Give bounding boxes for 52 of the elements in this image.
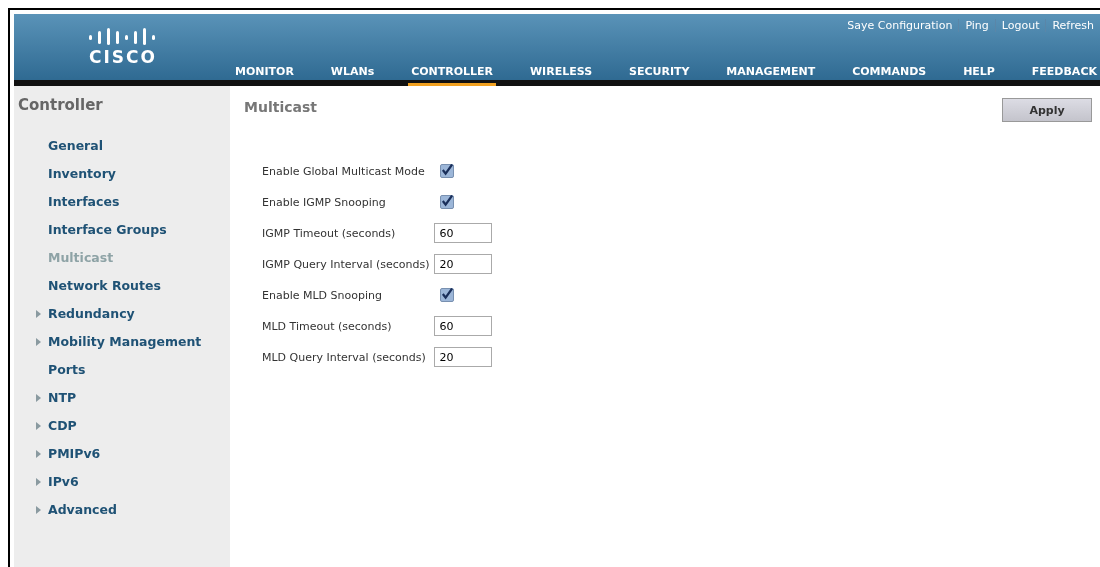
nav-tab[interactable]: CONTROLLER bbox=[408, 65, 497, 86]
sidebar-item[interactable]: Mobility Management bbox=[48, 334, 202, 349]
nav-tab[interactable]: MONITOR bbox=[232, 65, 297, 86]
expand-arrow-icon[interactable] bbox=[36, 310, 41, 318]
sidebar-item[interactable]: NTP bbox=[48, 390, 77, 405]
nav-tab[interactable]: COMMANDS bbox=[849, 65, 930, 86]
checkbox[interactable] bbox=[440, 288, 455, 302]
nav-tab[interactable]: MANAGEMENT bbox=[723, 65, 819, 86]
setting-label: Enable IGMP Snooping bbox=[262, 195, 387, 209]
setting-label: IGMP Query Interval (seconds) bbox=[262, 257, 430, 271]
sidebar-item[interactable]: Interfaces bbox=[48, 194, 120, 209]
sidebar-item[interactable]: Network Routes bbox=[48, 278, 161, 293]
expand-arrow-icon[interactable] bbox=[36, 394, 41, 402]
nav-tab[interactable]: FEEDBACK bbox=[1028, 65, 1100, 86]
checkbox[interactable] bbox=[440, 195, 455, 209]
header-link[interactable]: Ping bbox=[958, 19, 995, 32]
sidebar-item[interactable]: PMIPv6 bbox=[48, 446, 101, 461]
setting-label: MLD Timeout (seconds) bbox=[262, 319, 393, 333]
sidebar-item[interactable]: General bbox=[48, 138, 103, 153]
nav-tab[interactable]: SECURITY bbox=[625, 65, 693, 86]
nav-tab[interactable]: WLANs bbox=[327, 65, 378, 86]
apply-button[interactable]: Apply bbox=[1002, 98, 1092, 122]
header-link[interactable]: Saye Configuration bbox=[841, 19, 959, 32]
expand-arrow-icon[interactable] bbox=[36, 506, 41, 514]
sidebar-item[interactable]: Interface Groups bbox=[48, 222, 167, 237]
setting-label: Enable MLD Snooping bbox=[262, 288, 383, 302]
nav-tab[interactable]: HELP bbox=[960, 65, 998, 86]
sidebar-item[interactable]: Redundancy bbox=[48, 306, 135, 321]
logo-text: CISCO bbox=[89, 47, 157, 67]
input-field[interactable]: 60 bbox=[434, 223, 493, 243]
expand-arrow-icon[interactable] bbox=[36, 422, 41, 430]
nav-tab[interactable]: WIRELESS bbox=[527, 65, 596, 86]
input-field[interactable]: 60 bbox=[434, 316, 493, 336]
sidebar-title: Controller bbox=[18, 96, 104, 114]
expand-arrow-icon[interactable] bbox=[36, 450, 41, 458]
expand-arrow-icon[interactable] bbox=[36, 338, 41, 346]
expand-arrow-icon[interactable] bbox=[36, 478, 41, 486]
setting-label: IGMP Timeout (seconds) bbox=[262, 226, 397, 240]
header-link[interactable]: Logout bbox=[994, 19, 1046, 32]
logo-bars-icon bbox=[88, 27, 158, 45]
sidebar-item[interactable]: IPv6 bbox=[48, 474, 79, 489]
sidebar-item[interactable]: CDP bbox=[48, 418, 77, 433]
setting-label: MLD Query Interval (seconds) bbox=[262, 350, 427, 364]
page-title: Multicast bbox=[244, 98, 317, 115]
checkbox[interactable] bbox=[440, 164, 455, 178]
setting-label: Enable Global Multicast Mode bbox=[262, 164, 426, 178]
sidebar-item[interactable]: Ports bbox=[48, 362, 86, 377]
sidebar-item[interactable]: Inventory bbox=[48, 166, 116, 181]
input-field[interactable]: 20 bbox=[434, 254, 493, 274]
input-field[interactable]: 20 bbox=[434, 347, 493, 367]
sidebar-item[interactable]: Advanced bbox=[48, 502, 117, 517]
header-link[interactable]: Refresh bbox=[1045, 19, 1100, 32]
